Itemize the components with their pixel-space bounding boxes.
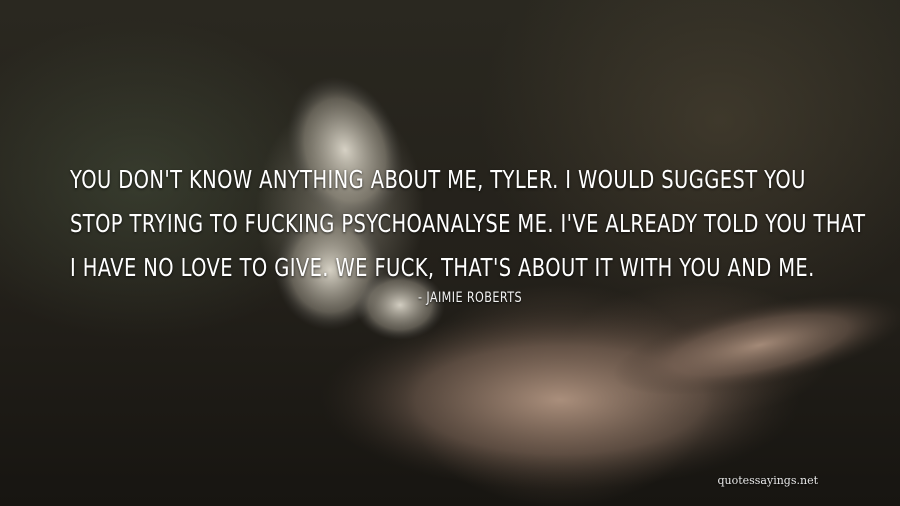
quote-text: You don't know anything about me, Tyler.… xyxy=(70,158,866,290)
quote-line: You don't know anything about me, Tyler.… xyxy=(70,165,806,194)
quote-image: You don't know anything about me, Tyler.… xyxy=(0,0,900,506)
quote-line: I have no love to give. We fuck, that's … xyxy=(70,253,815,282)
quote-author: - Jaimie Roberts xyxy=(418,290,522,306)
quote-line: stop trying to fucking psychoanalyse me.… xyxy=(70,209,866,238)
site-watermark: quotessayings.net xyxy=(717,474,818,487)
